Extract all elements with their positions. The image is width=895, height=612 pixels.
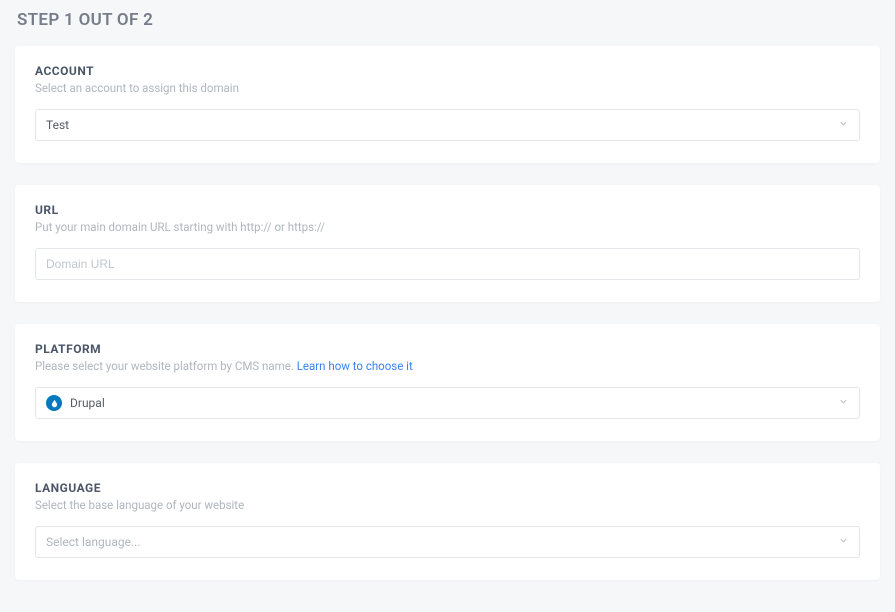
chevron-down-icon [838,535,849,549]
url-input[interactable] [35,248,860,280]
url-helper: Put your main domain URL starting with h… [35,220,860,234]
account-select-value: Test [46,118,69,132]
platform-label: PLATFORM [35,342,860,356]
language-select[interactable]: Select language... [35,526,860,558]
platform-learn-link[interactable]: Learn how to choose it [297,359,413,373]
language-select-placeholder: Select language... [46,535,141,549]
account-card: ACCOUNT Select an account to assign this… [15,46,880,163]
platform-helper: Please select your website platform by C… [35,359,860,373]
platform-select[interactable]: Drupal [35,387,860,419]
platform-helper-text: Please select your website platform by C… [35,359,297,373]
drupal-icon [46,395,62,411]
page-title: STEP 1 OUT OF 2 [17,10,880,30]
account-select[interactable]: Test [35,109,860,141]
url-card: URL Put your main domain URL starting wi… [15,185,880,302]
language-label: LANGUAGE [35,481,860,495]
chevron-down-icon [838,118,849,132]
platform-card: PLATFORM Please select your website plat… [15,324,880,441]
url-label: URL [35,203,860,217]
chevron-down-icon [838,396,849,410]
language-helper: Select the base language of your website [35,498,860,512]
account-label: ACCOUNT [35,64,860,78]
account-helper: Select an account to assign this domain [35,81,860,95]
platform-select-value: Drupal [70,396,105,410]
